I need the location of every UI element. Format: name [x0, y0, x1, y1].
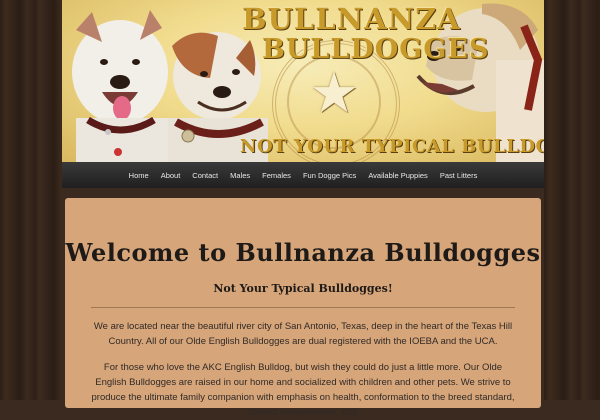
page-subtitle: Not Your Typical Bulldogges!: [213, 282, 393, 295]
page-wrapper: ★ BULLNANZA BULLDOGGES NOT YOUR TYPICAL …: [62, 0, 544, 418]
description-paragraph: For those who love the AKC English Bulld…: [91, 362, 515, 418]
nav-fun-dogge-pics[interactable]: Fun Dogge Pics: [303, 171, 356, 180]
page-title: Welcome to Bullnanza Bulldogges: [65, 238, 541, 267]
main-navigation: Home About Contact Males Females Fun Dog…: [62, 162, 544, 188]
intro-paragraph: We are located near the beautiful river …: [93, 321, 513, 347]
divider: [91, 307, 515, 308]
nav-males[interactable]: Males: [230, 171, 250, 180]
banner-tagline: NOT YOUR TYPICAL BULLDOGGES: [240, 136, 544, 157]
brand-title-line2: BULLDOGGES: [262, 34, 490, 65]
nav-past-litters[interactable]: Past Litters: [440, 171, 478, 180]
nav-available-puppies[interactable]: Available Puppies: [368, 171, 428, 180]
nav-home[interactable]: Home: [129, 171, 149, 180]
content-panel: Welcome to Bullnanza Bulldogges Not Your…: [65, 198, 541, 418]
nav-about[interactable]: About: [161, 171, 181, 180]
right-wood-panel: [544, 0, 600, 400]
nav-females[interactable]: Females: [262, 171, 291, 180]
header-banner: ★ BULLNANZA BULLDOGGES NOT YOUR TYPICAL …: [62, 0, 544, 162]
left-wood-panel: [0, 0, 62, 400]
star-icon: ★: [309, 61, 360, 126]
brand-title-line1: BULLNANZA: [242, 2, 461, 36]
nav-contact[interactable]: Contact: [192, 171, 218, 180]
